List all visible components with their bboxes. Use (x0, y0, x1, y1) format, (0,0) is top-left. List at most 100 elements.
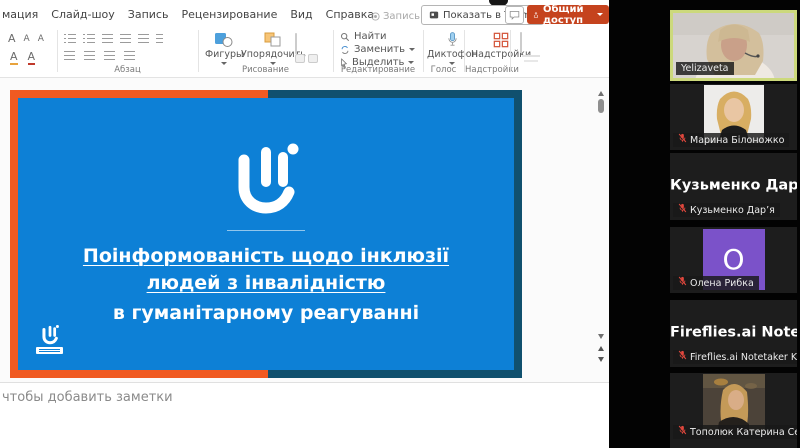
title-line-1: Поінформованість щодо інклюзії (10, 243, 522, 270)
slide-border-top-orange (10, 90, 268, 98)
ribbon-group-addins: Надстройки Надстройки (465, 27, 509, 77)
tab-recording[interactable]: Запись (128, 8, 169, 21)
record-button[interactable]: Запись (371, 11, 420, 22)
comments-button[interactable] (505, 6, 524, 24)
tab-view[interactable]: Вид (290, 8, 312, 21)
screen: { "header": { "tabs": ["мация", "Слайд-ш… (0, 0, 800, 448)
shapes-button[interactable]: Фигуры (205, 32, 244, 65)
ribbon-group-paragraph: Абзац (58, 27, 197, 77)
next-slide-button[interactable] (598, 357, 604, 362)
slide-border-right-dark (514, 90, 522, 378)
vertical-scrollbar[interactable] (596, 78, 608, 382)
notes-pane[interactable]: чтобы добавить заметки (0, 382, 609, 448)
title-line-2: людей з інвалідністю (10, 270, 522, 297)
participant-tile-maryna[interactable]: Марина Білоножко (670, 84, 797, 150)
align-right-icon[interactable] (104, 51, 115, 61)
powerpoint-window: мация Слайд-шоу Запись Рецензирование Ви… (0, 0, 609, 448)
arrange-icon (263, 32, 283, 48)
title-line-3: в гуманітарному реагуванні (10, 300, 522, 327)
indent-increase-icon[interactable] (120, 34, 131, 44)
show-in-teams-button[interactable]: Показать в Teams (421, 5, 544, 25)
divider-line (227, 230, 305, 231)
participant-name-label: Yelizaveta (676, 62, 734, 75)
scrollbar-thumb[interactable] (598, 99, 604, 113)
ribbon-group-voice: Диктофон Голос (424, 27, 463, 77)
chevron-down-icon (597, 13, 603, 16)
hi-logo-small (36, 324, 63, 354)
search-icon (340, 32, 350, 42)
group-label-addins: Надстройки (465, 65, 509, 75)
share-button[interactable]: Общий доступ (527, 5, 609, 24)
share-icon (533, 10, 539, 20)
participant-tile-olena[interactable]: O Олена Рибка (670, 227, 797, 293)
replace-button[interactable]: Заменить (340, 44, 415, 55)
chevron-down-icon (409, 48, 415, 51)
slide-border-top-dark (268, 90, 522, 98)
indent-decrease-icon[interactable] (102, 34, 113, 44)
tab-animation[interactable]: мация (2, 8, 38, 21)
tab-help[interactable]: Справка (326, 8, 374, 21)
tab-slideshow[interactable]: Слайд-шоу (51, 8, 114, 21)
notes-placeholder: чтобы добавить заметки (2, 390, 173, 405)
align-justify-icon[interactable] (124, 51, 135, 61)
participant-name-label: Тополюк Катерина Се… (673, 425, 797, 439)
ribbon-group-disabled (512, 27, 552, 77)
participant-tile-kuzmenko[interactable]: Кузьменко Дар’я Кузьменко Дар’я (670, 153, 797, 220)
find-button[interactable]: Найти (340, 31, 386, 42)
align-left-icon[interactable] (64, 51, 75, 61)
highlight-color-icon[interactable]: А (10, 51, 18, 65)
participant-display-name: Fireflies.ai Note… (670, 324, 797, 340)
bullets-icon[interactable] (68, 34, 76, 44)
scroll-up-icon[interactable] (598, 91, 604, 96)
scroll-down-icon[interactable] (598, 334, 604, 339)
chevron-down-icon (408, 61, 414, 64)
group-label-editing: Редактирование (334, 65, 422, 75)
ribbon-group-editing: Найти Заменить Выделить Редактирование (334, 27, 422, 77)
ribbon-tab-bar: мация Слайд-шоу Запись Рецензирование Ви… (0, 0, 609, 27)
clear-format-icon[interactable]: А (38, 33, 44, 45)
ribbon: А А А А А (0, 27, 609, 78)
participant-tile-fireflies[interactable]: Fireflies.ai Note… Fireflies.ai Notetake… (670, 300, 797, 367)
font-color-icon[interactable]: А (28, 51, 36, 65)
mic-muted-icon (678, 133, 687, 147)
participant-display-name: Кузьменко Дар’я (670, 177, 797, 193)
mic-muted-icon (678, 425, 687, 439)
group-separator (510, 30, 511, 72)
tab-review[interactable]: Рецензирование (181, 8, 277, 21)
disabled-button (520, 33, 522, 52)
teams-icon (429, 10, 439, 20)
participant-tile-topoliuk[interactable]: Тополюк Катерина Се… (670, 373, 797, 448)
align-center-icon[interactable] (84, 51, 95, 61)
previous-slide-button[interactable] (598, 346, 604, 351)
slide-border-left-orange (10, 90, 18, 378)
hi-logo (230, 140, 302, 220)
group-label-paragraph: Абзац (58, 65, 197, 75)
addins-grid-icon (493, 32, 509, 48)
replace-icon (340, 45, 350, 55)
record-icon (371, 12, 380, 21)
quick-styles-button-disabled (295, 34, 297, 53)
profile-photo (703, 374, 765, 432)
numbering-icon[interactable] (87, 34, 95, 44)
slide-canvas[interactable]: Поінформованість щодо інклюзії людей з і… (0, 78, 609, 382)
participant-name-label: Марина Білоножко (673, 133, 789, 147)
mic-muted-icon (678, 350, 687, 364)
shape-format-buttons-disabled (295, 54, 318, 63)
text-direction-icon[interactable] (156, 34, 163, 44)
ribbon-group-font: А А А А А (0, 27, 56, 77)
mic-muted-icon (678, 203, 687, 217)
font-shrink-icon[interactable]: А (24, 33, 30, 45)
group-label-drawing: Рисование (199, 65, 332, 75)
slide[interactable]: Поінформованість щодо інклюзії людей з і… (10, 90, 522, 378)
slide-border-bottom-orange (10, 370, 268, 378)
slide-title[interactable]: Поінформованість щодо інклюзії людей з і… (10, 243, 522, 327)
group-label-voice: Голос (424, 65, 463, 75)
shapes-icon (214, 32, 234, 48)
comment-icon (509, 10, 520, 20)
participant-tile-yelizaveta[interactable]: Yelizaveta (670, 10, 797, 81)
font-size-icon[interactable]: А (8, 33, 16, 45)
participant-name-label: Олена Рибка (673, 276, 759, 290)
line-spacing-icon[interactable] (138, 34, 149, 44)
hi-logo-wordmark (36, 347, 63, 354)
participant-name-label: Fireflies.ai Notetaker K… (673, 350, 797, 364)
